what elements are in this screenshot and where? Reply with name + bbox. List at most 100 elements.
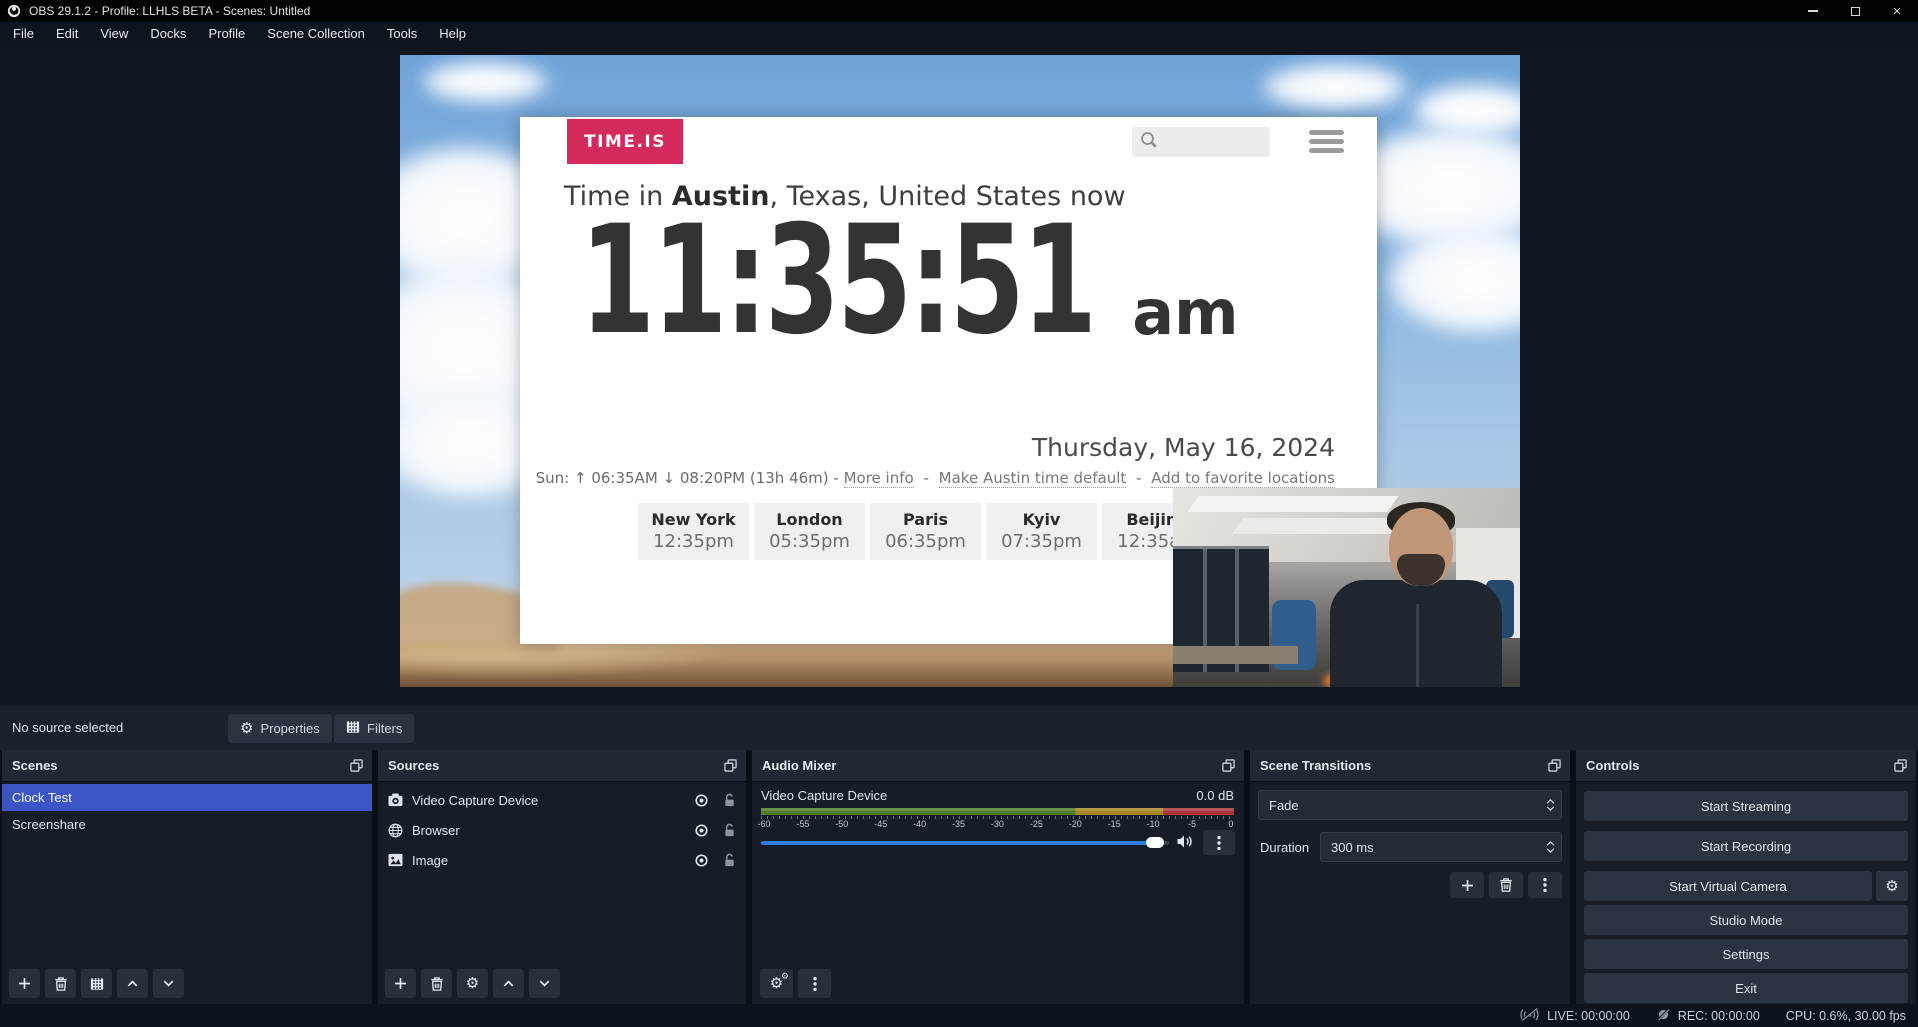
mixer-toolbar: ⚙⚙ [760, 969, 831, 998]
preview-canvas[interactable]: TIME.IS Time in Austin, Texas, United St… [400, 55, 1520, 687]
db-scale: -60-55-50-45-40-35-30-25-20-15-10-50 [753, 819, 1242, 829]
settings-button[interactable]: Settings [1584, 939, 1908, 969]
clock-time: 11:35:51 [580, 223, 1094, 340]
mixer-options-button[interactable] [1203, 830, 1235, 855]
city-name: Paris [870, 510, 981, 529]
advanced-audio-button[interactable]: ⚙⚙ [760, 969, 793, 998]
virtual-camera-config-button[interactable]: ⚙ [1876, 871, 1908, 901]
controls-row: Settings [1584, 939, 1908, 969]
sources-panel: Sources Video Capture DeviceBrowserImage… [378, 750, 746, 1004]
city-time-box-new-york[interactable]: New York12:35pm [638, 503, 749, 560]
start-recording-button[interactable]: Start Recording [1584, 831, 1908, 861]
visibility-eye-icon[interactable] [694, 823, 709, 838]
visibility-eye-icon[interactable] [694, 793, 709, 808]
hoodie-zipper [1416, 604, 1419, 687]
db-tick-label: -60 [753, 819, 775, 829]
remove-source-button[interactable] [421, 969, 452, 998]
menu-item-docks[interactable]: Docks [139, 22, 197, 46]
start-virtual-camera-button[interactable]: Start Virtual Camera [1584, 871, 1872, 901]
popout-icon[interactable] [1894, 759, 1907, 772]
db-tick-label: -45 [870, 819, 892, 829]
close-button[interactable]: × [1876, 0, 1918, 22]
source-status-text: No source selected [12, 720, 123, 735]
mixer-menu-button[interactable] [798, 969, 831, 998]
remove-transition-button[interactable] [1489, 872, 1523, 898]
spin-arrows-icon[interactable] [1539, 841, 1561, 853]
controls-panel-header[interactable]: Controls [1576, 750, 1916, 782]
lock-icon[interactable] [723, 853, 736, 868]
source-row-image[interactable]: Image [378, 845, 746, 875]
scene-item-screenshare[interactable]: Screenshare [2, 811, 372, 838]
source-properties-button[interactable]: ⚙ [457, 969, 488, 998]
menu-item-edit[interactable]: Edit [45, 22, 89, 46]
add-source-button[interactable] [385, 969, 416, 998]
scenes-panel-header[interactable]: Scenes [2, 750, 372, 782]
move-scene-down-button[interactable] [153, 969, 184, 998]
menu-bar: FileEditViewDocksProfileScene Collection… [0, 22, 1918, 46]
add-scene-button[interactable] [9, 969, 40, 998]
audio-mixer-header[interactable]: Audio Mixer [752, 750, 1244, 782]
visibility-eye-icon[interactable] [694, 853, 709, 868]
window-title: OBS 29.1.2 - Profile: LLHLS BETA - Scene… [29, 4, 310, 18]
transitions-panel-header[interactable]: Scene Transitions [1250, 750, 1570, 782]
transition-options-button[interactable] [1528, 872, 1562, 898]
remove-scene-button[interactable] [45, 969, 76, 998]
studio-mode-button[interactable]: Studio Mode [1584, 905, 1908, 935]
properties-button[interactable]: ⚙ Properties [228, 714, 332, 743]
db-tick-label: -30 [986, 819, 1008, 829]
db-tick-label: -50 [831, 819, 853, 829]
city-time-box-paris[interactable]: Paris06:35pm [870, 503, 981, 560]
city-time-box-kyiv[interactable]: Kyiv07:35pm [986, 503, 1097, 560]
add-transition-button[interactable] [1450, 872, 1484, 898]
obs-window: OBS 29.1.2 - Profile: LLHLS BETA - Scene… [0, 0, 1918, 1027]
sources-panel-header[interactable]: Sources [378, 750, 746, 782]
popout-icon[interactable] [1548, 759, 1561, 772]
live-status: LIVE: 00:00:00 [1519, 1007, 1630, 1024]
transition-select[interactable]: Fade [1258, 790, 1562, 820]
popout-icon[interactable] [724, 759, 737, 772]
obs-logo-icon [7, 4, 21, 18]
lock-icon[interactable] [723, 823, 736, 838]
move-source-up-button[interactable] [493, 969, 524, 998]
maximize-button[interactable] [1834, 0, 1876, 22]
clock-meridiem: am [1132, 288, 1238, 338]
timeis-logo[interactable]: TIME.IS [567, 119, 683, 164]
mute-speaker-icon[interactable] [1176, 834, 1194, 849]
filters-button[interactable]: Filters [334, 714, 414, 743]
cpu-fps-status: CPU: 0.6%, 30.00 fps [1786, 1009, 1906, 1023]
lock-icon[interactable] [723, 793, 736, 808]
move-source-down-button[interactable] [529, 969, 560, 998]
cloud [420, 61, 550, 103]
minimize-button[interactable] [1792, 0, 1834, 22]
popout-icon[interactable] [1222, 759, 1235, 772]
start-streaming-button[interactable]: Start Streaming [1584, 791, 1908, 821]
move-scene-up-button[interactable] [117, 969, 148, 998]
menu-item-file[interactable]: File [2, 22, 45, 46]
search-input[interactable] [1159, 130, 1259, 154]
menu-item-tools[interactable]: Tools [376, 22, 428, 46]
volume-slider-handle[interactable] [1146, 837, 1164, 848]
volume-slider[interactable] [761, 841, 1169, 845]
exit-button[interactable]: Exit [1584, 973, 1908, 1003]
scene-filters-button[interactable] [81, 969, 112, 998]
menu-item-scene-collection[interactable]: Scene Collection [256, 22, 376, 46]
source-row-browser[interactable]: Browser [378, 815, 746, 845]
popout-icon[interactable] [350, 759, 363, 772]
webcam-overlay[interactable] [1173, 488, 1520, 687]
menu-item-view[interactable]: View [89, 22, 139, 46]
duration-spinbox[interactable]: 300 ms [1320, 832, 1562, 862]
stream-off-icon [1519, 1007, 1540, 1024]
source-row-video-capture-device[interactable]: Video Capture Device [378, 785, 746, 815]
scenes-toolbar [9, 969, 184, 998]
menu-item-profile[interactable]: Profile [197, 22, 256, 46]
menu-item-help[interactable]: Help [428, 22, 477, 46]
hamburger-menu-icon[interactable] [1309, 130, 1344, 153]
title-bar[interactable]: OBS 29.1.2 - Profile: LLHLS BETA - Scene… [0, 0, 1918, 22]
search-box[interactable] [1132, 127, 1270, 157]
add-favorite-link[interactable]: Add to favorite locations [1151, 469, 1335, 488]
scene-item-clock-test[interactable]: Clock Test [2, 784, 372, 811]
city-time-box-london[interactable]: London05:35pm [754, 503, 865, 560]
make-default-link[interactable]: Make Austin time default [939, 469, 1127, 488]
more-info-link[interactable]: More info [844, 469, 914, 488]
mixer-channel-name: Video Capture Device [761, 788, 887, 803]
